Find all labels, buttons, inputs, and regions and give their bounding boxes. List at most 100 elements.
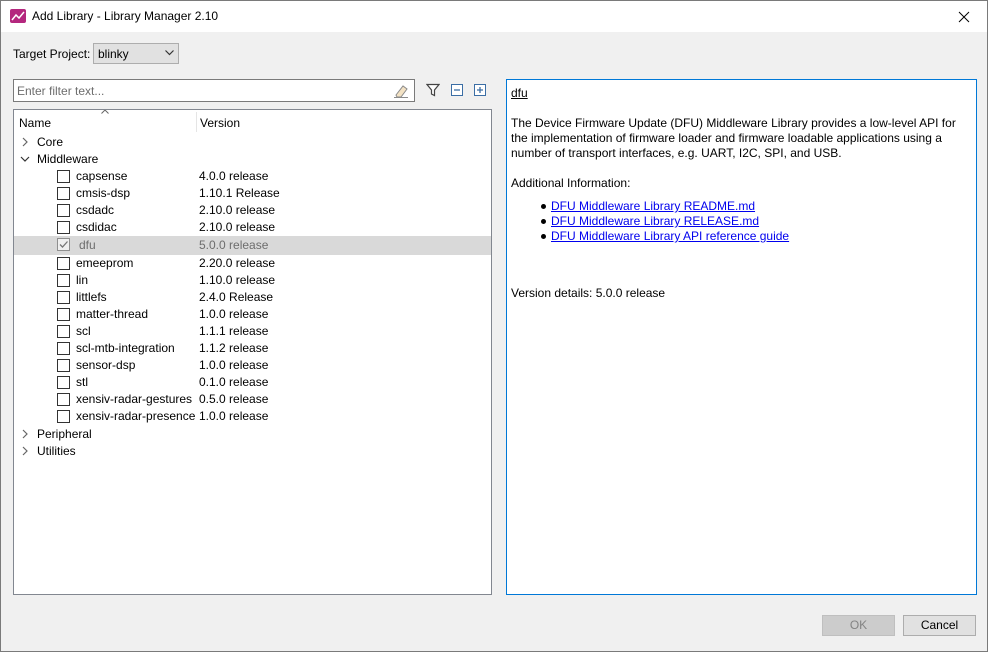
library-name: capsense [76,169,128,183]
library-row[interactable]: emeeprom 2.20.0 release [14,255,491,272]
api-reference-link[interactable]: DFU Middleware Library API reference gui… [551,229,789,243]
library-checkbox[interactable] [57,342,70,355]
library-name: scl [76,324,91,338]
category-label: Peripheral [37,427,92,441]
library-row[interactable]: stl 0.1.0 release [14,374,491,391]
list-item: DFU Middleware Library RELEASE.md [541,214,972,229]
tree-category-middleware[interactable]: Middleware [14,151,491,168]
library-checkbox[interactable] [57,204,70,217]
category-label: Utilities [37,444,76,458]
title-bar: Add Library - Library Manager 2.10 [1,1,987,32]
chevron-right-icon[interactable] [20,137,30,147]
chevron-down-icon[interactable] [20,154,30,164]
library-checkbox[interactable] [57,393,70,406]
library-version: 0.1.0 release [199,375,269,389]
library-row[interactable]: xensiv-radar-presence 1.0.0 release [14,408,491,425]
library-version: 1.10.0 release [199,273,276,287]
library-name: xensiv-radar-gestures [76,392,193,406]
library-row[interactable]: littlefs 2.4.0 Release [14,289,491,306]
library-name: dfu [79,238,96,252]
library-name: cmsis-dsp [76,186,131,200]
expand-all-icon[interactable] [473,83,487,97]
target-project-select[interactable]: blinky [93,43,179,64]
tree-category-core[interactable]: Core [14,134,491,151]
info-links-list: DFU Middleware Library README.md DFU Mid… [511,199,972,244]
library-checkbox[interactable] [57,221,70,234]
target-project-label: Target Project: [13,47,91,61]
library-checkbox[interactable] [57,325,70,338]
cancel-button[interactable]: Cancel [903,615,976,636]
category-label: Core [37,135,64,149]
column-separator[interactable] [196,112,197,132]
library-name: emeeprom [76,256,134,270]
library-row[interactable]: csdadc 2.10.0 release [14,202,491,219]
library-version: 1.10.1 Release [199,186,280,200]
library-version: 2.4.0 Release [199,290,274,304]
library-name: sensor-dsp [76,358,136,372]
library-version: 2.10.0 release [199,203,276,217]
library-manager-app-icon [10,9,26,23]
chevron-right-icon[interactable] [20,429,30,439]
library-row[interactable]: cmsis-dsp 1.10.1 Release [14,185,491,202]
library-checkbox[interactable] [57,308,70,321]
close-button[interactable] [941,1,987,32]
description-text: The Device Firmware Update (DFU) Middlew… [511,116,956,160]
tree-category-peripheral[interactable]: Peripheral [14,426,491,443]
list-item: DFU Middleware Library API reference gui… [541,229,972,244]
filter-icon[interactable] [426,83,440,97]
library-row[interactable]: sensor-dsp 1.0.0 release [14,357,491,374]
library-row[interactable]: xensiv-radar-gestures 0.5.0 release [14,391,491,408]
description-panel: dfu The Device Firmware Update (DFU) Mid… [506,79,977,595]
library-version: 1.0.0 release [199,358,269,372]
filter-input[interactable] [16,82,386,99]
window-title: Add Library - Library Manager 2.10 [32,9,219,23]
library-version: 1.1.1 release [199,324,269,338]
library-row[interactable]: lin 1.10.0 release [14,272,491,289]
library-version: 5.0.0 release [199,238,269,252]
library-version: 0.5.0 release [199,392,269,406]
collapse-all-icon[interactable] [450,83,464,97]
library-checkbox[interactable] [57,291,70,304]
chevron-right-icon[interactable] [20,446,30,456]
description-title: dfu [511,86,528,100]
category-label: Middleware [37,152,99,166]
library-name: csdadc [76,203,115,217]
library-name: stl [76,375,88,389]
library-version: 4.0.0 release [199,169,269,183]
chevron-down-icon [165,50,174,56]
library-checkbox[interactable] [57,187,70,200]
library-name: xensiv-radar-presence [76,409,196,423]
ok-button[interactable]: OK [822,615,895,636]
release-notes-link[interactable]: DFU Middleware Library RELEASE.md [551,214,759,228]
library-row[interactable]: capsense 4.0.0 release [14,168,491,185]
library-manager-window: Add Library - Library Manager 2.10 Targe… [0,0,988,652]
column-name[interactable]: Name [19,116,51,130]
library-name: scl-mtb-integration [76,341,175,355]
library-name: matter-thread [76,307,149,321]
library-checkbox[interactable] [57,359,70,372]
library-checkbox[interactable] [57,410,70,423]
close-icon [958,11,970,22]
library-checkbox[interactable] [57,274,70,287]
library-checkbox[interactable] [57,170,70,183]
library-checkbox[interactable] [57,376,70,389]
readme-link[interactable]: DFU Middleware Library README.md [551,199,755,213]
additional-info-label: Additional Information: [511,176,631,190]
column-version[interactable]: Version [200,116,240,130]
library-checkbox[interactable] [57,257,70,270]
library-row-selected[interactable]: dfu 5.0.0 release [14,236,491,255]
library-name: lin [76,273,89,287]
library-checkbox-checked[interactable] [57,238,70,251]
tree-column-header: Name Version [14,110,491,134]
library-row[interactable]: scl-mtb-integration 1.1.2 release [14,340,491,357]
clear-filter-icon[interactable] [393,83,409,99]
library-version: 2.10.0 release [199,220,276,234]
checkmark-icon [59,241,68,248]
library-row[interactable]: scl 1.1.1 release [14,323,491,340]
library-name: csdidac [76,220,117,234]
tree-category-utilities[interactable]: Utilities [14,443,491,460]
library-row[interactable]: matter-thread 1.0.0 release [14,306,491,323]
library-version: 2.20.0 release [199,256,276,270]
library-version: 1.0.0 release [199,409,269,423]
library-row[interactable]: csdidac 2.10.0 release [14,219,491,236]
